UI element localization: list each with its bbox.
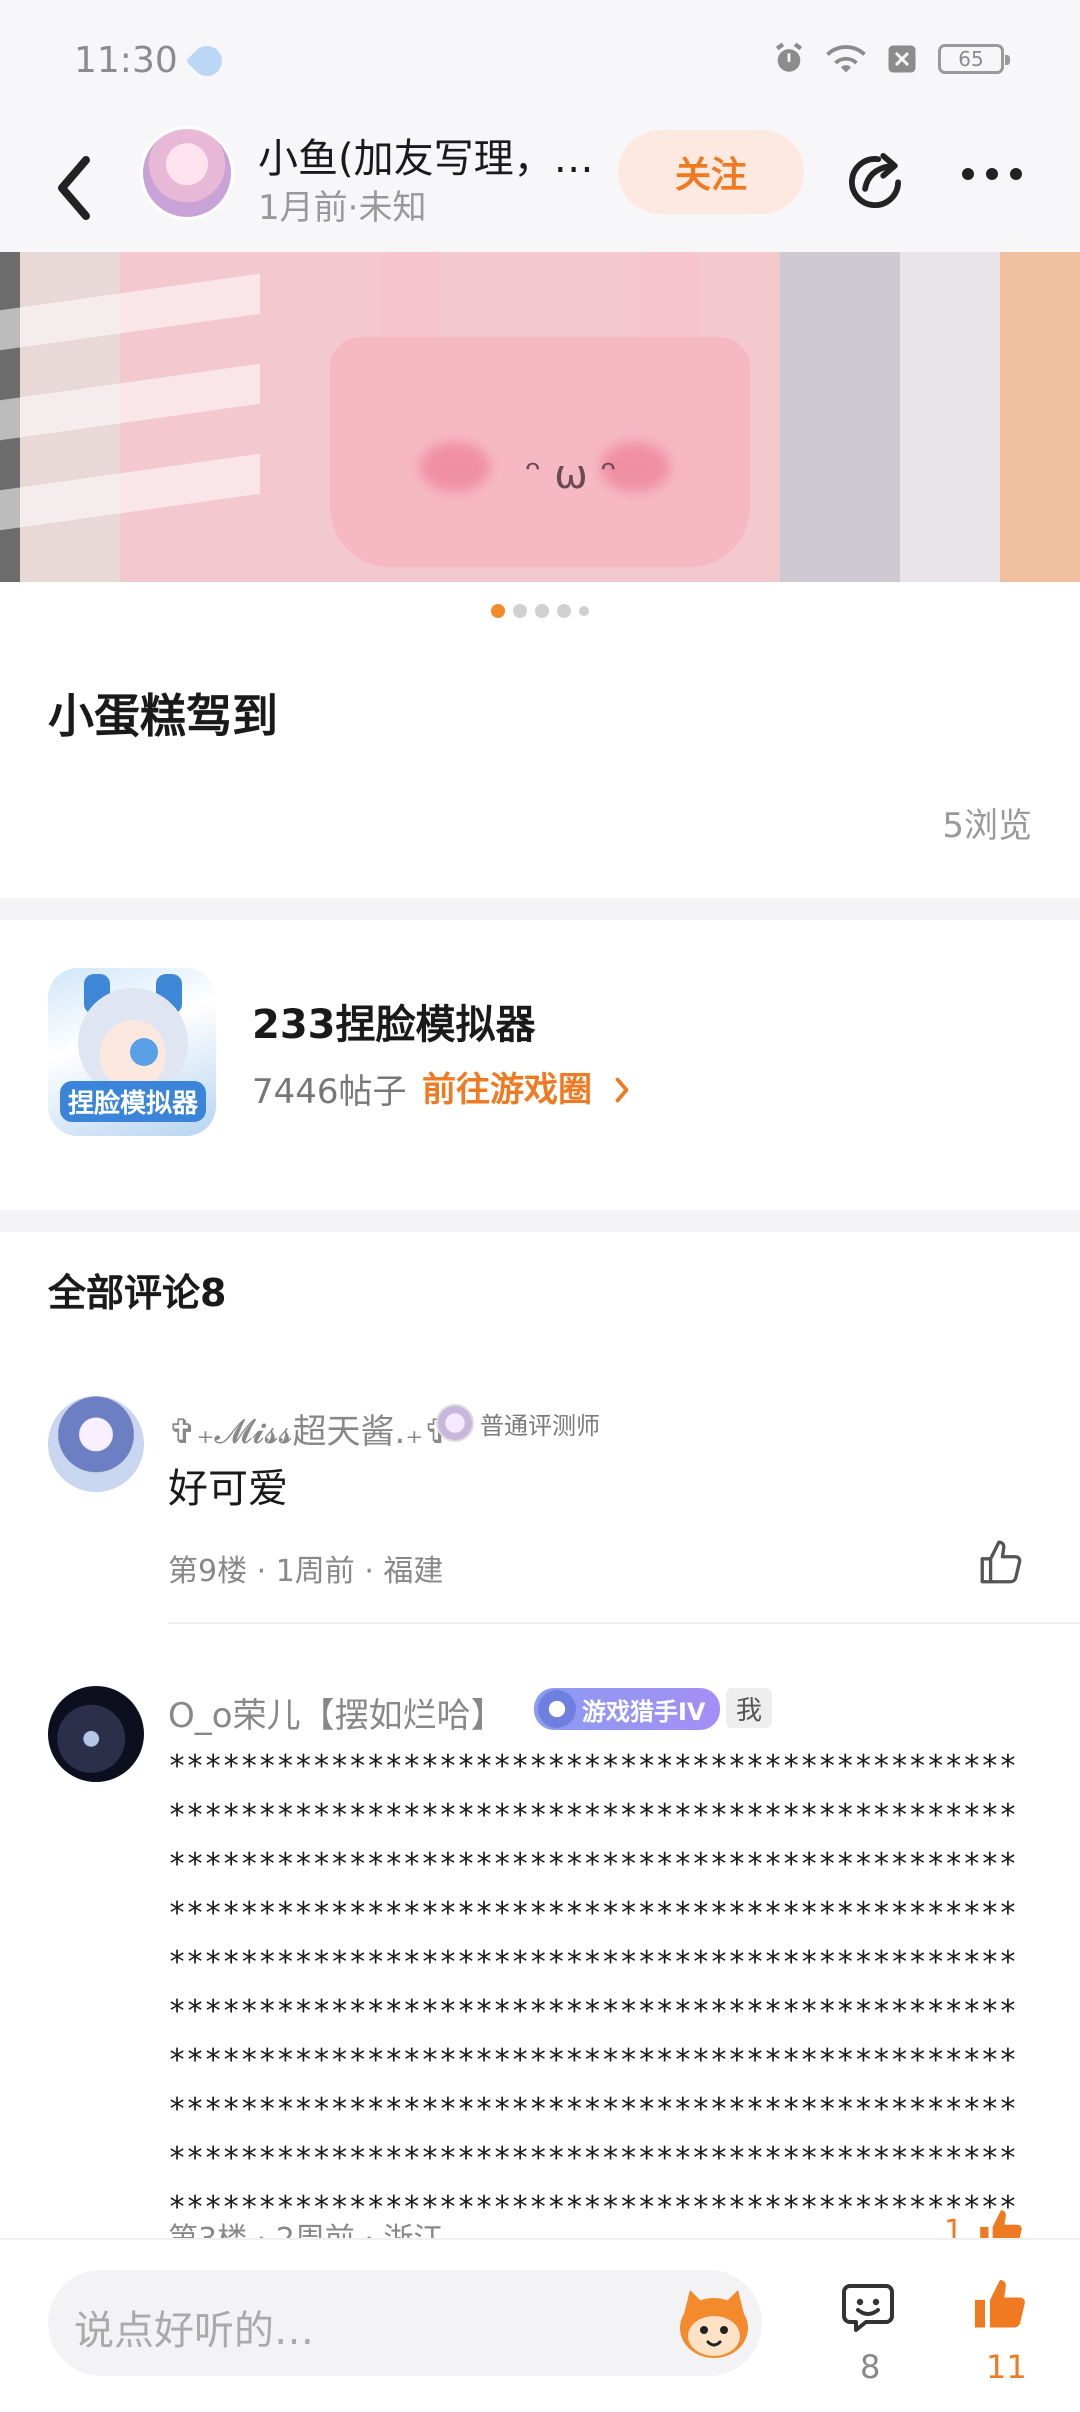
emoji-mascot-icon[interactable]: [672, 2284, 756, 2362]
alarm-icon: [775, 42, 803, 72]
status-icons: 65: [772, 42, 1010, 76]
badge-label: 普通评测师: [480, 1411, 600, 1440]
image-pagination: [0, 604, 1080, 618]
post-image[interactable]: ᵔ ω ᵔ: [0, 252, 1080, 582]
game-icon-logo: 捏脸模拟器: [60, 1081, 207, 1122]
battery-icon: 65: [938, 44, 1010, 74]
comment-meta: 第9楼 · 1周前 · 福建: [168, 1554, 444, 1589]
bottom-action-bar: 说点好听的… 8 11: [0, 2238, 1080, 2412]
comment-icon[interactable]: [840, 2280, 896, 2336]
comment-text: 好可爱: [168, 1466, 288, 1512]
author-name[interactable]: 小鱼(加友写理，…: [258, 126, 598, 184]
badge-label: 游戏猎手IV: [582, 1697, 706, 1726]
game-post-count: 7446帖子: [252, 1072, 407, 1112]
game-icon[interactable]: 捏脸模拟器: [48, 968, 216, 1136]
more-options-icon[interactable]: [962, 168, 1022, 180]
author-avatar[interactable]: [140, 126, 234, 220]
share-icon[interactable]: [842, 146, 908, 212]
go-to-game-circle-link[interactable]: 前往游戏圈: [422, 1062, 634, 1111]
commenter-avatar[interactable]: [48, 1396, 144, 1492]
game-link-label: 前往游戏圈: [422, 1070, 592, 1110]
chevron-right-icon: [615, 1077, 629, 1103]
page-dot: [579, 606, 589, 616]
page-dot: [491, 604, 505, 618]
comment-count: 8: [860, 2348, 881, 2386]
status-time: 11:30: [74, 40, 178, 81]
commenter-name[interactable]: O_o荣儿【摆如烂哈】: [168, 1688, 505, 1737]
like-filled-icon[interactable]: [970, 2274, 1030, 2336]
commenter-avatar[interactable]: [48, 1686, 144, 1782]
section-divider: [0, 1210, 1080, 1232]
comment-input[interactable]: 说点好听的…: [48, 2270, 762, 2376]
status-bar: 11:30 65: [0, 0, 1080, 120]
user-badge: 普通评测师: [436, 1404, 600, 1442]
comment-input-placeholder: 说点好听的…: [74, 2308, 314, 2354]
notification-icon: [185, 39, 229, 83]
me-tag: 我: [726, 1688, 772, 1728]
page-dot: [535, 604, 549, 618]
post-title: 小蛋糕驾到: [48, 689, 278, 743]
like-count: 11: [986, 2348, 1027, 2386]
badge-icon: [538, 1690, 576, 1728]
post-header: 小鱼(加友写理，… 1月前·未知 关注: [0, 120, 1080, 252]
page-dot: [557, 604, 571, 618]
user-badge: 游戏猎手IV: [534, 1688, 720, 1730]
follow-button[interactable]: 关注: [618, 130, 804, 214]
back-arrow-icon[interactable]: [46, 148, 106, 228]
comment-separator: [168, 1622, 1080, 1624]
sim-off-icon: [888, 45, 916, 73]
section-divider: [0, 898, 1080, 920]
game-name[interactable]: 233捏脸模拟器: [252, 992, 536, 1050]
commenter-name[interactable]: ✞₊𝓜𝓲𝓼𝓼超天酱.₊✞: [168, 1404, 452, 1453]
badge-icon: [436, 1404, 474, 1442]
wifi-icon: [826, 45, 866, 73]
view-count: 5浏览: [942, 806, 1032, 846]
comments-title: 全部评论8: [48, 1271, 227, 1315]
page-dot: [513, 604, 527, 618]
post-meta: 1月前·未知: [258, 188, 427, 228]
thumbs-up-icon[interactable]: [976, 1538, 1026, 1588]
